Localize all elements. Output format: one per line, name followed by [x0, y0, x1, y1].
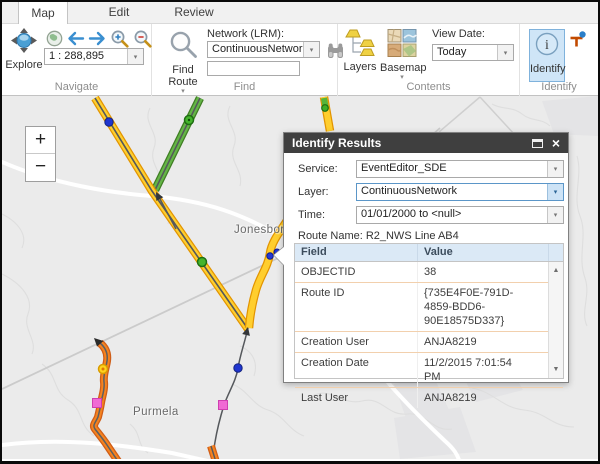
zoom-out-icon[interactable]	[133, 29, 153, 48]
group-find: Find Route ▾ Network (LRM): ContinuousNe…	[152, 24, 338, 96]
chevron-down-icon[interactable]: ▾	[547, 184, 563, 200]
place-label-purmela: Purmela	[133, 406, 179, 418]
zoom-out-button[interactable]: −	[26, 154, 55, 181]
identify-results-panel: Identify Results × Service: EventEditor_…	[283, 132, 569, 383]
zoom-control: + −	[25, 126, 56, 182]
chevron-down-icon: ▾	[380, 74, 424, 81]
service-label: Service:	[298, 160, 338, 178]
service-combobox[interactable]: EventEditor_SDE ▾	[356, 160, 564, 178]
chevron-down-icon[interactable]: ▾	[127, 49, 143, 64]
table-row[interactable]: Creation User ANJA8219	[295, 331, 563, 352]
panel-titlebar[interactable]: Identify Results ×	[284, 133, 568, 153]
chevron-down-icon[interactable]: ▾	[497, 45, 513, 60]
chevron-down-icon[interactable]: ▾	[303, 42, 319, 57]
layer-label: Layer:	[298, 183, 329, 201]
orange-route[interactable]	[93, 338, 121, 459]
explore-button[interactable]: Explore	[4, 28, 44, 71]
column-header-field: Field	[295, 244, 418, 261]
identify-button[interactable]: i Identify	[529, 29, 565, 82]
route-value-input[interactable]	[207, 61, 300, 76]
find-route-magnifier-icon	[169, 46, 198, 63]
map-scale-combobox[interactable]: 1 : 288,895 ▾	[44, 48, 144, 65]
full-extent-globe-icon[interactable]	[46, 30, 63, 47]
attribute-table-header: Field Value	[295, 244, 563, 262]
group-navigate: Explore	[2, 24, 152, 96]
tab-map[interactable]: Map	[18, 2, 68, 24]
pink-square-marker	[219, 401, 228, 410]
group-contents: Layers Basemap ▾	[338, 24, 520, 96]
network-lrm-label: Network (LRM):	[207, 28, 284, 40]
layer-combobox[interactable]: ContinuousNetwork ▾	[356, 183, 564, 201]
column-header-value: Value	[418, 244, 548, 261]
event-editor-app: Map Edit Review Explore	[2, 2, 598, 461]
panel-title: Identify Results	[284, 136, 532, 150]
time-combobox[interactable]: 01/01/2000 to <null> ▾	[356, 206, 564, 224]
green-point-marker	[198, 258, 207, 267]
explore-icon	[9, 40, 39, 57]
layers-icon	[345, 43, 375, 60]
blue-point-marker	[105, 118, 113, 126]
table-row[interactable]: Route ID {735E4F0E-791D-4859-BDD6-90E185…	[295, 282, 563, 331]
scroll-up-icon[interactable]: ▲	[549, 264, 563, 277]
chevron-down-icon[interactable]: ▾	[547, 207, 563, 223]
table-row[interactable]: Last User ANJA8219	[295, 387, 563, 408]
view-date-combobox[interactable]: Today ▾	[432, 44, 514, 61]
green-route[interactable]	[155, 98, 200, 190]
tab-review[interactable]: Review	[158, 2, 230, 23]
minor-gray-roads	[439, 97, 515, 135]
route-name-label: Route Name:	[298, 230, 363, 242]
scroll-down-icon[interactable]: ▼	[549, 363, 563, 376]
route-name-row: Route Name:R2_NWS Line AB4	[298, 230, 459, 242]
yellow-route-main[interactable]	[95, 98, 248, 329]
map-canvas[interactable]: Jonesboro Purmela + − Identify Results ×…	[2, 96, 598, 459]
zoom-in-icon[interactable]	[110, 29, 130, 48]
close-icon[interactable]: ×	[552, 134, 560, 152]
zoom-in-button[interactable]: +	[26, 127, 55, 154]
pink-square-marker	[93, 399, 102, 408]
basemap-icon	[387, 44, 417, 61]
layers-button[interactable]: Layers	[342, 29, 378, 73]
ribbon: Explore	[2, 24, 598, 96]
table-scrollbar[interactable]: ▲ ▼	[548, 262, 563, 378]
identify-info-icon: i	[534, 45, 560, 62]
blue-point-marker	[234, 364, 242, 372]
chevron-down-icon[interactable]: ▾	[547, 161, 563, 177]
svg-text:i: i	[545, 38, 549, 53]
basemap-button[interactable]: Basemap ▾	[380, 29, 424, 81]
table-row[interactable]: Creation Date 11/2/2015 7:01:54 PM	[295, 352, 563, 387]
network-combobox[interactable]: ContinuousNetwork ▾	[207, 41, 320, 58]
ribbon-tabbar: Map Edit Review	[2, 2, 598, 24]
identify-route-location-icon[interactable]	[568, 31, 587, 54]
next-extent-icon[interactable]	[88, 31, 107, 46]
view-date-label: View Date:	[432, 28, 485, 40]
route-name-value: R2_NWS Line AB4	[366, 230, 459, 242]
yellow-route-top[interactable]	[322, 97, 330, 131]
tab-edit[interactable]: Edit	[88, 2, 150, 23]
attribute-table: Field Value OBJECTID 38 Route ID {735E4F…	[294, 243, 564, 379]
previous-extent-icon[interactable]	[66, 31, 85, 46]
green-point-marker	[322, 105, 329, 112]
table-row[interactable]: OBJECTID 38	[295, 262, 563, 282]
maximize-icon[interactable]	[532, 139, 543, 148]
app-window: Map Edit Review Explore	[0, 0, 600, 464]
time-label: Time:	[298, 206, 325, 224]
group-identify: i Identify Identify	[520, 24, 598, 96]
